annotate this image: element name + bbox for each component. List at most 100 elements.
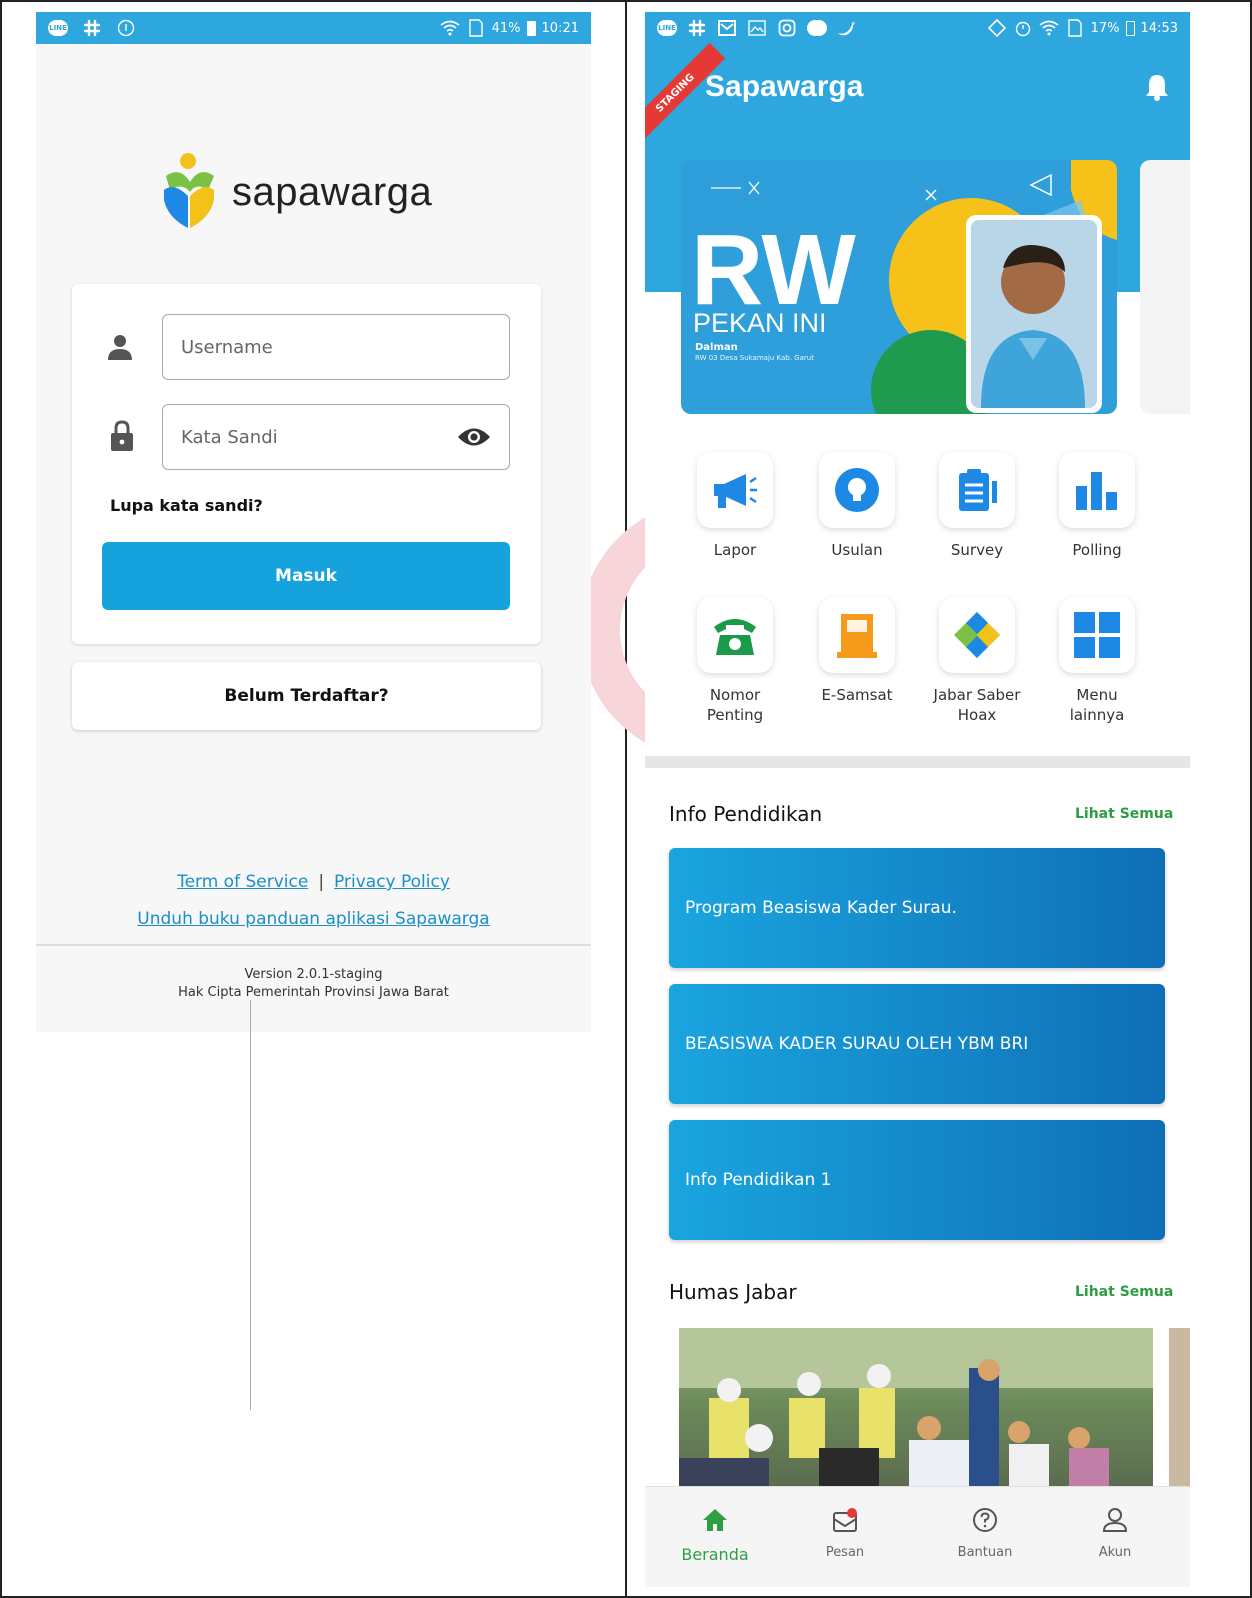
menu-item-jabar-saber-hoax[interactable]: Jabar Saber Hoax [927, 597, 1027, 725]
version-text: Version 2.0.1-staging [244, 967, 383, 982]
wifi-icon [1039, 18, 1059, 38]
sim-icon [466, 18, 486, 38]
home-icon [703, 1509, 727, 1531]
notification-bell-icon[interactable] [1142, 72, 1172, 102]
bar-chart-icon [1076, 472, 1117, 510]
app-title: Sapawarga [705, 70, 864, 103]
menu-label: Nomor Penting [706, 686, 764, 724]
alarm-icon [1013, 18, 1033, 38]
next-news-peek[interactable] [1169, 1328, 1190, 1492]
sim-icon [1065, 18, 1085, 38]
banner-subtitle: PEKAN INI [693, 308, 827, 338]
samsat-icon [837, 614, 877, 658]
humas-see-all-link[interactable]: Lihat Semua [1075, 1284, 1173, 1300]
twitter-icon [837, 18, 857, 38]
line-app-icon: LINE [48, 20, 68, 36]
clipboard-icon [959, 469, 997, 511]
footer-info: Version 2.0.1-staging Hak Cipta Pemerint… [36, 966, 591, 1002]
mail-icon [717, 18, 737, 38]
nav-label: Beranda [681, 1545, 749, 1564]
message-icon [833, 1508, 857, 1532]
menu-item-usulan[interactable]: Usulan [807, 452, 907, 560]
lock-icon [110, 420, 134, 456]
line-app-icon: LINE [657, 20, 677, 36]
nav-akun[interactable]: Akun [1065, 1507, 1165, 1560]
guide-link-row: Unduh buku panduan aplikasi Sapawarga [36, 909, 591, 929]
banner-person-location: RW 03 Desa Sukamaju Kab. Garut [695, 354, 814, 362]
nav-pesan[interactable]: Pesan [795, 1507, 895, 1560]
info-card[interactable]: Info Pendidikan 1 [669, 1120, 1165, 1240]
humas-jabar-title: Humas Jabar [669, 1280, 797, 1304]
menu-item-menu-lainnya[interactable]: Menu lainnya [1047, 597, 1147, 725]
news-photo[interactable] [679, 1328, 1153, 1492]
help-icon [973, 1508, 997, 1532]
menu-item-survey[interactable]: Survey [927, 452, 1027, 560]
login-screen: LINE 41% 10:21 sapawarga Username Kata S… [36, 12, 591, 1032]
login-card: Username Kata Sandi Lupa kata sandi? Mas… [72, 284, 541, 644]
login-button[interactable]: Masuk [102, 542, 510, 610]
gallery-icon [747, 18, 767, 38]
menu-label: Polling [1072, 541, 1122, 559]
user-icon [108, 334, 132, 364]
password-field[interactable]: Kata Sandi [162, 404, 510, 470]
register-button[interactable]: Belum Terdaftar? [72, 662, 541, 730]
battery-percent: 41% [491, 20, 521, 36]
nav-bantuan[interactable]: Bantuan [935, 1507, 1035, 1560]
info-card[interactable]: BEASISWA KADER SURAU OLEH YBM BRI [669, 984, 1165, 1104]
terms-link[interactable]: Term of Service [177, 872, 308, 892]
privacy-link[interactable]: Privacy Policy [334, 872, 450, 892]
nav-beranda[interactable]: Beranda [665, 1507, 765, 1564]
megaphone-icon [714, 474, 757, 508]
section-divider [645, 756, 1190, 768]
line-app-icon-2 [807, 20, 827, 36]
download-icon [116, 18, 136, 38]
grid-icon [1074, 612, 1120, 658]
legal-links: Term of Service | Privacy Policy [36, 872, 591, 892]
username-field[interactable]: Username [162, 314, 510, 380]
menu-item-polling[interactable]: Polling [1047, 452, 1147, 560]
info-see-all-link[interactable]: Lihat Semua [1075, 806, 1173, 822]
saber-hoax-icon [954, 612, 1000, 658]
username-placeholder: Username [181, 336, 273, 358]
nav-label: Akun [1098, 1545, 1132, 1560]
menu-label: Usulan [831, 541, 883, 559]
nav-label: Bantuan [957, 1545, 1013, 1560]
account-icon [1102, 1508, 1128, 1532]
guide-download-link[interactable]: Unduh buku panduan aplikasi Sapawarga [137, 909, 489, 929]
footer-divider [36, 944, 591, 946]
battery-icon [526, 20, 536, 36]
nav-label: Pesan [825, 1545, 865, 1560]
news-photo-image [679, 1328, 1153, 1492]
password-placeholder: Kata Sandi [181, 426, 278, 448]
lightbulb-icon [835, 468, 879, 512]
menu-item-lapor[interactable]: Lapor [685, 452, 785, 560]
slack-icon [687, 18, 707, 38]
menu-item-nomor-penting[interactable]: Nomor Penting [685, 597, 785, 725]
app-logo-text: sapawarga [232, 169, 433, 214]
status-bar: LINE 41% 10:21 [36, 12, 591, 44]
bottom-navigation: Beranda Pesan Bantuan Akun [645, 1486, 1190, 1587]
app-logo: sapawarga [160, 152, 432, 232]
forgot-password-link[interactable]: Lupa kata sandi? [110, 496, 263, 515]
status-bar: LINE 17% 14:53 [645, 12, 1190, 44]
menu-label: E-Samsat [821, 686, 893, 704]
clock: 10:21 [541, 20, 579, 36]
wifi-icon [440, 18, 460, 38]
sync-icon [987, 18, 1007, 38]
menu-item-e-samsat[interactable]: E-Samsat [807, 597, 907, 705]
home-screen: LINE 17% 14:53 STAGING Sapawarga RW PEKA… [645, 12, 1190, 1587]
telephone-icon [714, 619, 756, 655]
next-banner-peek[interactable] [1140, 160, 1190, 414]
menu-label: Lapor [713, 541, 757, 559]
rw-week-banner[interactable]: RW PEKAN INI Dalman RW 03 Desa Sukamaju … [681, 160, 1117, 414]
battery-icon [1125, 20, 1135, 36]
instagram-icon [777, 18, 797, 38]
eye-icon[interactable] [457, 426, 491, 448]
sapawarga-logo-icon [164, 153, 214, 228]
battery-percent: 17% [1090, 20, 1120, 36]
info-pendidikan-title: Info Pendidikan [669, 802, 823, 826]
info-card[interactable]: Program Beasiswa Kader Surau. [669, 848, 1165, 968]
menu-label: Menu lainnya [1069, 686, 1125, 724]
menu-label: Survey [950, 541, 1004, 559]
banner-title: RW [691, 214, 856, 326]
